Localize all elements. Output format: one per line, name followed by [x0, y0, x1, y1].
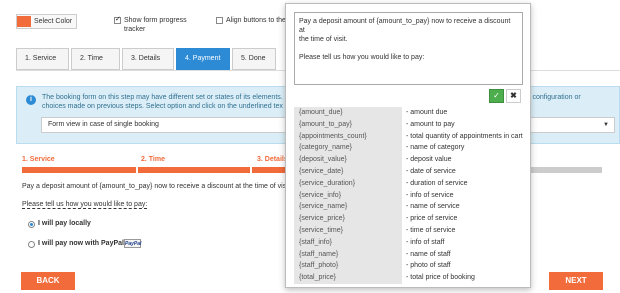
paypal-logo-icon: PayPal — [124, 239, 142, 248]
next-button[interactable]: NEXT — [549, 272, 603, 290]
code-description: - amount due — [406, 109, 448, 116]
code-token[interactable]: {deposit_value} — [294, 154, 402, 166]
placeholder-codes-list: {amount_due} - amount due {amount_to_pay} -… — [294, 107, 531, 284]
code-token[interactable]: {total_price} — [294, 272, 402, 284]
tab-details[interactable]: 3. Details — [122, 48, 174, 70]
code-description: - name of category — [406, 144, 465, 152]
code-description: - deposit value — [406, 156, 452, 164]
code-description: - amount to pay — [406, 120, 455, 128]
code-row: {staff_photo} - photo of staff — [294, 260, 531, 273]
align-buttons-checkbox[interactable] — [216, 17, 223, 24]
code-row: {category_name} - name of category — [294, 142, 531, 155]
edit-textarea[interactable] — [294, 12, 523, 85]
tab-service[interactable]: 1. Service — [16, 48, 69, 70]
progress-segment-details — [252, 167, 286, 173]
code-token[interactable]: {service_name} — [294, 201, 402, 214]
code-token[interactable]: {service_time} — [294, 224, 402, 237]
code-description: - total price of booking — [406, 274, 475, 282]
code-description: - name of service — [406, 203, 460, 211]
code-row: {amount_to_pay} - amount to pay — [294, 118, 531, 131]
code-row: {total_price} - total price of booking — [294, 272, 531, 284]
progress-segment-time — [138, 167, 250, 173]
code-description: - info of service — [406, 191, 454, 199]
code-row: {deposit_value} - deposit value — [294, 154, 531, 166]
info-icon: i — [26, 95, 36, 105]
text-edit-popup: ✓ ✖ {amount_due} - amount due {amount_to_p… — [285, 3, 531, 288]
close-button[interactable]: ✖ — [506, 89, 521, 103]
info-text: The booking form on this step may have d… — [42, 94, 283, 110]
code-token[interactable]: {category_name} — [294, 142, 402, 155]
select-color-label: Select Color — [34, 18, 73, 25]
code-description: - date of service — [406, 167, 456, 175]
code-token[interactable]: {service_date} — [294, 165, 402, 178]
progress-step-details: 3. Details — [257, 156, 288, 163]
code-row: {appointments_count} - total quantity of … — [294, 130, 531, 143]
tab-time[interactable]: 2. Time — [71, 48, 120, 70]
code-row: {staff_name} - name of staff — [294, 248, 531, 261]
code-description: - time of service — [406, 226, 456, 234]
code-token[interactable]: {amount_due} — [294, 107, 402, 119]
progress-segment-service — [22, 167, 136, 173]
code-row: {service_info} - info of service — [294, 189, 531, 202]
progress-step-time: 2. Time — [141, 156, 165, 163]
code-description: - name of staff — [406, 250, 451, 258]
color-swatch — [17, 16, 31, 27]
code-token[interactable]: {staff_info} — [294, 236, 402, 249]
code-description: - price of service — [406, 215, 458, 223]
show-progress-checkbox[interactable] — [114, 15, 121, 24]
pay-paypal-radio[interactable] — [28, 241, 35, 248]
code-row: {service_duration} - duration of service — [294, 177, 531, 190]
tab-done[interactable]: 5. Done — [232, 48, 276, 70]
code-row: {staff_info} - info of staff — [294, 236, 531, 249]
pay-paypal-label[interactable]: I will pay now with PayPal — [38, 240, 124, 247]
tab-payment[interactable]: 4. Payment — [176, 48, 230, 70]
back-button[interactable]: BACK — [21, 272, 75, 290]
code-token[interactable]: {staff_photo} — [294, 260, 402, 273]
code-description: - duration of service — [406, 179, 468, 187]
code-token[interactable]: {service_duration} — [294, 177, 402, 190]
code-token[interactable]: {service_price} — [294, 213, 402, 225]
confirm-button[interactable]: ✓ — [489, 89, 504, 103]
code-description: - info of staff — [406, 238, 445, 246]
align-buttons-label: Align buttons to the — [226, 17, 286, 24]
show-progress-label: Show form progress tracker — [124, 16, 187, 34]
code-row: {service_date} - date of service — [294, 165, 531, 178]
step-tabs: 1. Service 2. Time 3. Details 4. Payment… — [16, 48, 276, 70]
code-row: {service_price} - price of service — [294, 213, 531, 225]
pay-locally-radio[interactable] — [28, 221, 35, 228]
show-progress-label-line2: tracker — [124, 26, 146, 33]
chevron-down-icon: ▼ — [603, 122, 609, 128]
code-description: - total quantity of appointments in cart — [406, 132, 523, 140]
code-token[interactable]: {amount_to_pay} — [294, 118, 402, 131]
show-progress-label-line1: Show form progress — [124, 17, 187, 24]
code-description: - photo of staff — [406, 262, 451, 270]
code-token[interactable]: {staff_name} — [294, 248, 402, 261]
pay-locally-label[interactable]: I will pay locally — [38, 220, 91, 227]
form-view-select-value: Form view in case of single booking — [48, 121, 159, 128]
code-token[interactable]: {appointments_count} — [294, 130, 402, 143]
deposit-text[interactable]: Pay a deposit amount of {amount_to_pay} … — [22, 183, 292, 190]
pay-prompt-text[interactable]: Please tell us how you would like to pay… — [22, 201, 148, 209]
info-text-right: s configuration or — [527, 94, 581, 101]
code-row: {service_time} - time of service — [294, 224, 531, 237]
progress-step-service: 1. Service — [22, 156, 55, 163]
progress-segment-remaining — [531, 167, 602, 173]
code-token[interactable]: {service_info} — [294, 189, 402, 202]
code-row: {service_name} - name of service — [294, 201, 531, 214]
code-row: {amount_due} - amount due — [294, 107, 531, 119]
